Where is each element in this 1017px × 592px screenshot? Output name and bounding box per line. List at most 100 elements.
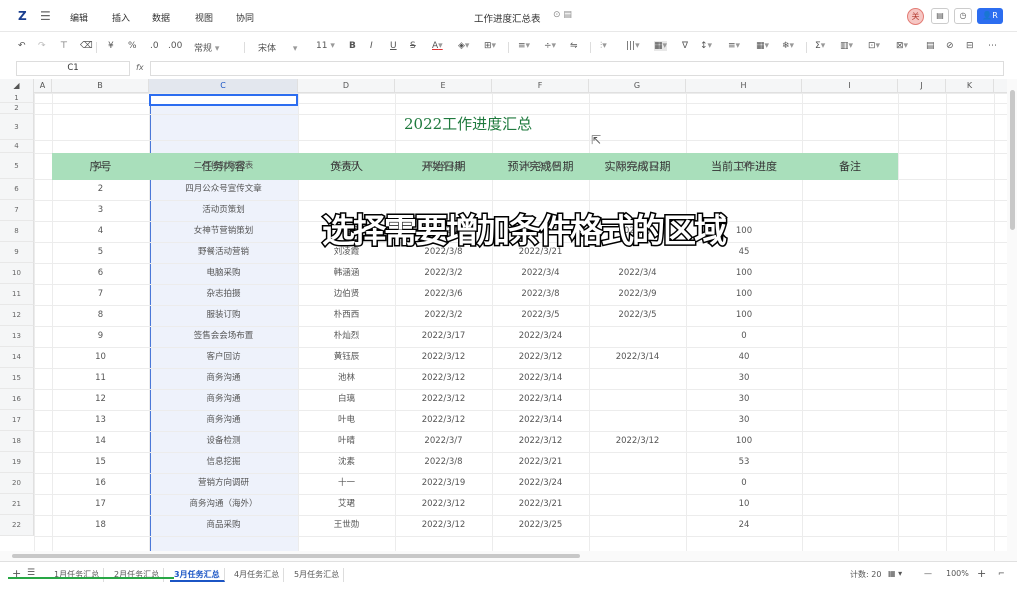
table-cell[interactable]: 100 xyxy=(686,263,802,284)
border-button[interactable]: ⊞▾ xyxy=(484,41,496,51)
table-cell[interactable]: 17 xyxy=(52,494,149,515)
name-box[interactable]: C1 xyxy=(16,61,130,76)
table-cell[interactable]: 2022/3/14 xyxy=(492,368,589,389)
cells-button[interactable]: ▦▾ xyxy=(756,41,769,51)
view-mode-icon[interactable]: ▦ ▾ xyxy=(888,569,902,578)
number-format-select[interactable]: 常规 ▾ xyxy=(194,41,219,54)
table-cell[interactable]: 2022/3/12 xyxy=(492,347,589,368)
table-cell[interactable]: 商务沟通 xyxy=(149,410,298,431)
table-cell[interactable]: 0 xyxy=(686,326,802,347)
table-cell[interactable]: 商务沟通（海外） xyxy=(149,494,298,515)
col-header-d[interactable]: D xyxy=(298,79,395,93)
strikethrough-button[interactable]: S xyxy=(410,41,416,51)
table-cell[interactable]: 2022/3/12 xyxy=(492,431,589,452)
col-header-b[interactable]: B xyxy=(52,79,149,93)
menu-view[interactable]: 视图 xyxy=(195,11,213,24)
table-cell[interactable]: 2022/3/5 xyxy=(492,305,589,326)
menu-data[interactable]: 数据 xyxy=(152,11,170,24)
table-cell[interactable]: 2022/3/25 xyxy=(492,515,589,536)
font-size-select[interactable]: 11 ▾ xyxy=(316,41,335,51)
table-cell[interactable]: 王世勋 xyxy=(298,515,395,536)
underline-button[interactable]: U xyxy=(390,41,397,51)
history-icon[interactable]: ◷ xyxy=(954,8,972,24)
row-header-11[interactable]: 11 xyxy=(0,284,34,305)
active-cell[interactable] xyxy=(149,94,298,106)
table-cell[interactable]: 8 xyxy=(52,305,149,326)
filter-icon[interactable]: ∇ xyxy=(682,41,688,51)
sheet-tab-may[interactable]: 5月任务汇总 xyxy=(290,568,345,582)
table-cell[interactable]: 朴灿烈 xyxy=(298,326,395,347)
italic-button[interactable]: I xyxy=(370,41,373,51)
table-cell[interactable]: 30 xyxy=(686,410,802,431)
table-cell[interactable]: 沈素 xyxy=(298,452,395,473)
table-cell[interactable]: 关开开 xyxy=(298,153,395,179)
row-header-22[interactable]: 22 xyxy=(0,515,34,536)
row-header-4[interactable]: 4 xyxy=(0,140,34,153)
fill-color-button[interactable]: ◈▾ xyxy=(458,41,469,51)
table-cell[interactable]: 十一 xyxy=(298,473,395,494)
table-header-cell[interactable]: 备注 xyxy=(802,158,898,174)
app-logo[interactable]: Z xyxy=(18,9,30,23)
table-cell[interactable]: 艾珺 xyxy=(298,494,395,515)
table-cell[interactable]: 2022/3/12 xyxy=(395,389,492,410)
row-header-18[interactable]: 18 xyxy=(0,431,34,452)
table-cell[interactable]: 4 xyxy=(52,221,149,242)
table-cell[interactable]: 池林 xyxy=(298,368,395,389)
zoom-in-button[interactable]: + xyxy=(977,567,986,580)
freeze-pane-button[interactable]: ❄▾ xyxy=(782,41,794,51)
table-cell[interactable]: 白璃 xyxy=(298,389,395,410)
menu-edit[interactable]: 编辑 xyxy=(70,11,88,24)
table-cell[interactable]: 2022/3/12 xyxy=(589,153,686,179)
row-header-16[interactable]: 16 xyxy=(0,389,34,410)
table-cell[interactable]: 2022/3/14 xyxy=(589,347,686,368)
chart-button[interactable]: ⊠▾ xyxy=(896,41,908,51)
col-header-i[interactable]: I xyxy=(802,79,898,93)
table-cell[interactable]: 7 xyxy=(52,284,149,305)
clear-format-icon[interactable]: ⌫ xyxy=(80,41,93,51)
freeze-button[interactable]: |||▾ xyxy=(626,41,640,51)
sheet-tab-feb[interactable]: 2月任务汇总 xyxy=(110,568,165,582)
row-header-5[interactable]: 5 xyxy=(0,153,34,179)
image-icon[interactable]: ▤ xyxy=(926,41,935,51)
percent-icon[interactable]: % xyxy=(128,41,137,51)
rows-button[interactable]: ≡▾ xyxy=(728,41,740,51)
table-button[interactable]: ▥▾ xyxy=(840,41,853,51)
currency-icon[interactable]: ¥ xyxy=(108,41,114,51)
table-cell[interactable]: 黄钰辰 xyxy=(298,347,395,368)
table-cell[interactable]: 设备检测 xyxy=(149,431,298,452)
table-cell[interactable]: 18 xyxy=(52,515,149,536)
table-cell[interactable]: 15 xyxy=(52,452,149,473)
more-icon[interactable]: ⋯ xyxy=(988,41,997,51)
table-cell[interactable]: 2022/3/12 xyxy=(395,515,492,536)
decrease-decimal-icon[interactable]: .0 xyxy=(150,41,159,51)
table-cell[interactable]: 商务沟通 xyxy=(149,389,298,410)
col-header-f[interactable]: F xyxy=(492,79,589,93)
valign-button[interactable]: ÷▾ xyxy=(544,41,556,51)
vertical-scroll-thumb[interactable] xyxy=(1010,90,1015,230)
table-cell[interactable]: 叶晴 xyxy=(298,431,395,452)
table-cell[interactable]: 6 xyxy=(52,263,149,284)
sheet-title[interactable]: 2022工作进度汇总 xyxy=(404,113,532,134)
table-cell[interactable]: 2022/3/4 xyxy=(589,263,686,284)
table-cell[interactable]: 2022/3/1 xyxy=(395,153,492,179)
table-cell[interactable]: 2022/3/12 xyxy=(395,410,492,431)
table-cell[interactable]: 100 xyxy=(686,153,802,179)
table-cell[interactable]: 2022/3/24 xyxy=(492,473,589,494)
table-cell[interactable]: 5 xyxy=(52,242,149,263)
table-cell[interactable]: 客户回访 xyxy=(149,347,298,368)
table-cell[interactable]: 2022/3/14 xyxy=(492,410,589,431)
row-header-17[interactable]: 17 xyxy=(0,410,34,431)
table-cell[interactable]: 2022/3/4 xyxy=(492,263,589,284)
sheet-tab-apr[interactable]: 4月任务汇总 xyxy=(230,568,285,582)
table-cell[interactable]: 2022/3/12 xyxy=(589,431,686,452)
sheet-tab-jan[interactable]: 1月任务汇总 xyxy=(50,568,105,582)
table-cell[interactable]: 53 xyxy=(686,452,802,473)
table-cell[interactable]: 1 xyxy=(52,153,149,179)
table-cell[interactable]: 10 xyxy=(686,494,802,515)
table-cell[interactable]: 叶电 xyxy=(298,410,395,431)
row-header-20[interactable]: 20 xyxy=(0,473,34,494)
table-cell[interactable]: 16 xyxy=(52,473,149,494)
table-cell[interactable]: 2022/3/2 xyxy=(395,263,492,284)
format-painter-icon[interactable]: ⊤ xyxy=(60,41,68,51)
table-cell[interactable]: 电脑采购 xyxy=(149,263,298,284)
